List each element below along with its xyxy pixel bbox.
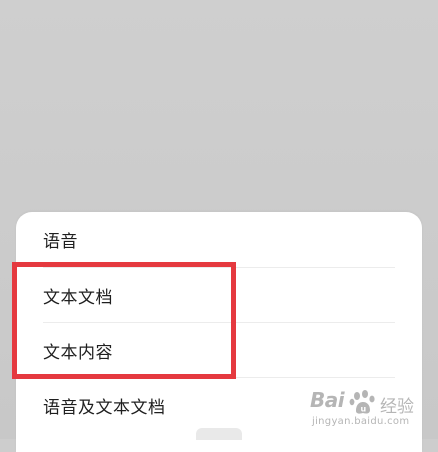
option-voice[interactable]: 语音	[16, 212, 422, 267]
sheet-handle	[196, 428, 242, 440]
option-voice-and-text-document[interactable]: 语音及文本文档	[16, 378, 422, 433]
option-voice-and-text-document-label: 语音及文本文档	[43, 398, 166, 418]
share-format-sheet: 语音 文本文档 文本内容 语音及文本文档	[16, 212, 422, 452]
option-text-document[interactable]: 文本文档	[16, 268, 422, 323]
option-voice-label: 语音	[43, 232, 78, 252]
option-text-document-label: 文本文档	[43, 288, 113, 308]
option-text-content[interactable]: 文本内容	[16, 323, 422, 378]
option-text-content-label: 文本内容	[43, 343, 113, 363]
